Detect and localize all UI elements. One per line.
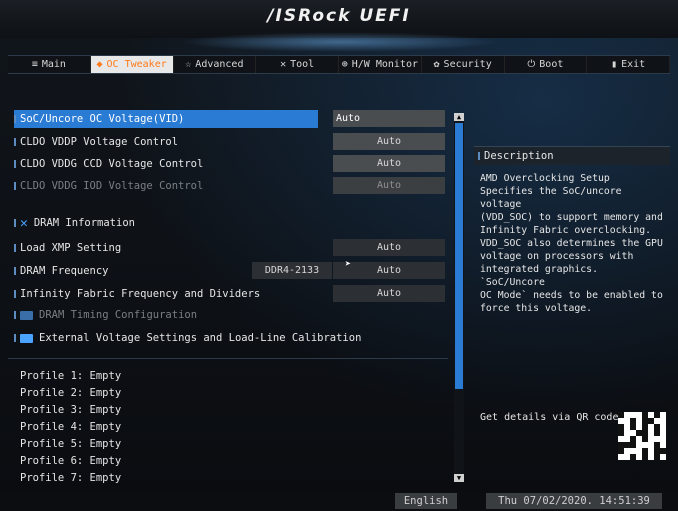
bullet [478,152,480,160]
scroll-down-arrow-icon[interactable]: ▼ [454,474,464,482]
load-xmp-value[interactable]: Auto [333,239,445,256]
star-icon: ☆ [185,59,192,70]
infinity-fabric-value[interactable]: Auto [333,285,445,302]
scroll-thumb[interactable] [455,123,463,389]
cldo-vddg-iod-value: Auto [333,177,445,194]
setting-dram-information[interactable]: ✕ DRAM Information [14,214,454,232]
profile-item: Profile 4: Empty [20,421,122,433]
bullet [14,290,16,298]
datetime-display: Thu 07/02/2020. 14:51:39 [486,493,662,509]
bullet [14,267,16,275]
setting-label: Infinity Fabric Frequency and Dividers [20,288,261,300]
monitor-icon: ⊕ [341,59,348,70]
tab-label: H/W Monitor [351,59,418,70]
tab-label: OC Tweaker [106,59,167,70]
bullet [14,244,16,252]
setting-label: SoC/Uncore OC Voltage(VID) [20,113,185,125]
setting-dram-timing: DRAM Timing Configuration [14,306,454,324]
tab-label: Boot [539,59,564,70]
profile-item: Profile 7: Empty [20,472,122,484]
tab-label: Exit [621,59,646,70]
tab-exit[interactable]: ▮ Exit [587,56,670,73]
soc-uncore-voltage-value[interactable]: Auto [333,110,445,127]
folder-icon [20,333,33,343]
bullet [14,138,16,146]
description-header: Description [474,146,670,165]
tab-security[interactable]: ✿ Security [422,56,505,73]
setting-label: DRAM Information [33,217,135,229]
tools-icon: ✕ [280,59,287,70]
profile-item: Profile 1: Empty [20,370,122,382]
scroll-up-arrow-icon[interactable]: ▲ [454,113,464,121]
folder-icon [20,310,33,320]
profile-item: Profile 2: Empty [20,387,122,399]
tab-advanced[interactable]: ☆ Advanced [174,56,257,73]
uefi-screen: /ISRock UEFI ≡ Main ◆ OC Tweaker ☆ Advanced… [0,0,678,511]
setting-label: External Voltage Settings and Load-Line … [39,332,362,344]
shield-icon: ✿ [433,59,440,70]
tab-oc-tweaker[interactable]: ◆ OC Tweaker [90,56,174,73]
cldo-vddp-value[interactable]: Auto [333,133,445,150]
tab-label: Main [41,59,66,70]
tab-hw-monitor[interactable]: ⊕ H/W Monitor [339,56,422,73]
bullet [14,182,16,190]
dram-frequency-readout: DDR4-2133 [252,262,332,279]
setting-label: DRAM Timing Configuration [39,309,198,321]
scrollbar[interactable]: ▲ ▼ [454,113,464,482]
section-divider [8,358,448,359]
setting-soc-uncore-voltage[interactable]: SoC/Uncore OC Voltage(VID) [14,110,318,128]
header-bar: /ISRock UEFI [0,0,678,52]
bullet [14,219,16,227]
tab-label: Advanced [195,59,244,70]
cldo-vddg-ccd-value[interactable]: Auto [333,155,445,172]
profile-item: Profile 3: Empty [20,404,122,416]
bullet [14,160,16,168]
bullet [14,334,16,342]
setting-label: DRAM Frequency [20,265,109,277]
tab-tool[interactable]: ✕ Tool [256,56,339,73]
header-glow [180,32,500,52]
exit-icon: ▮ [611,59,618,70]
setting-label: CLDO VDDG CCD Voltage Control [20,158,204,170]
tab-label: Tool [290,59,315,70]
tab-main[interactable]: ≡ Main [8,56,91,73]
qr-code-icon [618,412,666,460]
description-title: Description [484,150,554,162]
setting-label: CLDO VDDP Voltage Control [20,136,179,148]
mouse-cursor-icon: ➤ [345,259,352,270]
menu-icon: ≡ [31,59,38,70]
setting-external-voltage[interactable]: External Voltage Settings and Load-Line … [14,329,454,347]
asrock-uefi-logo: /ISRock UEFI [267,6,411,26]
power-icon: ⏻ [527,59,536,70]
language-button[interactable]: English [395,493,457,509]
qr-label: Get details via QR code [480,412,619,423]
bullet [14,115,16,123]
profile-item: Profile 5: Empty [20,438,122,450]
tab-label: Security [443,59,492,70]
setting-label: Load XMP Setting [20,242,122,254]
profile-item: Profile 6: Empty [20,455,122,467]
flame-icon: ◆ [96,59,103,70]
setting-label: CLDO VDDG IOD Voltage Control [20,180,204,192]
wrench-icon: ✕ [20,215,28,231]
tab-boot[interactable]: ⏻ Boot [505,56,588,73]
bullet [14,311,16,319]
main-tabs: ≡ Main ◆ OC Tweaker ☆ Advanced ✕ Tool ⊕ H/W M… [8,55,670,74]
description-text: AMD Overclocking Setup Specifies the SoC… [480,173,663,314]
